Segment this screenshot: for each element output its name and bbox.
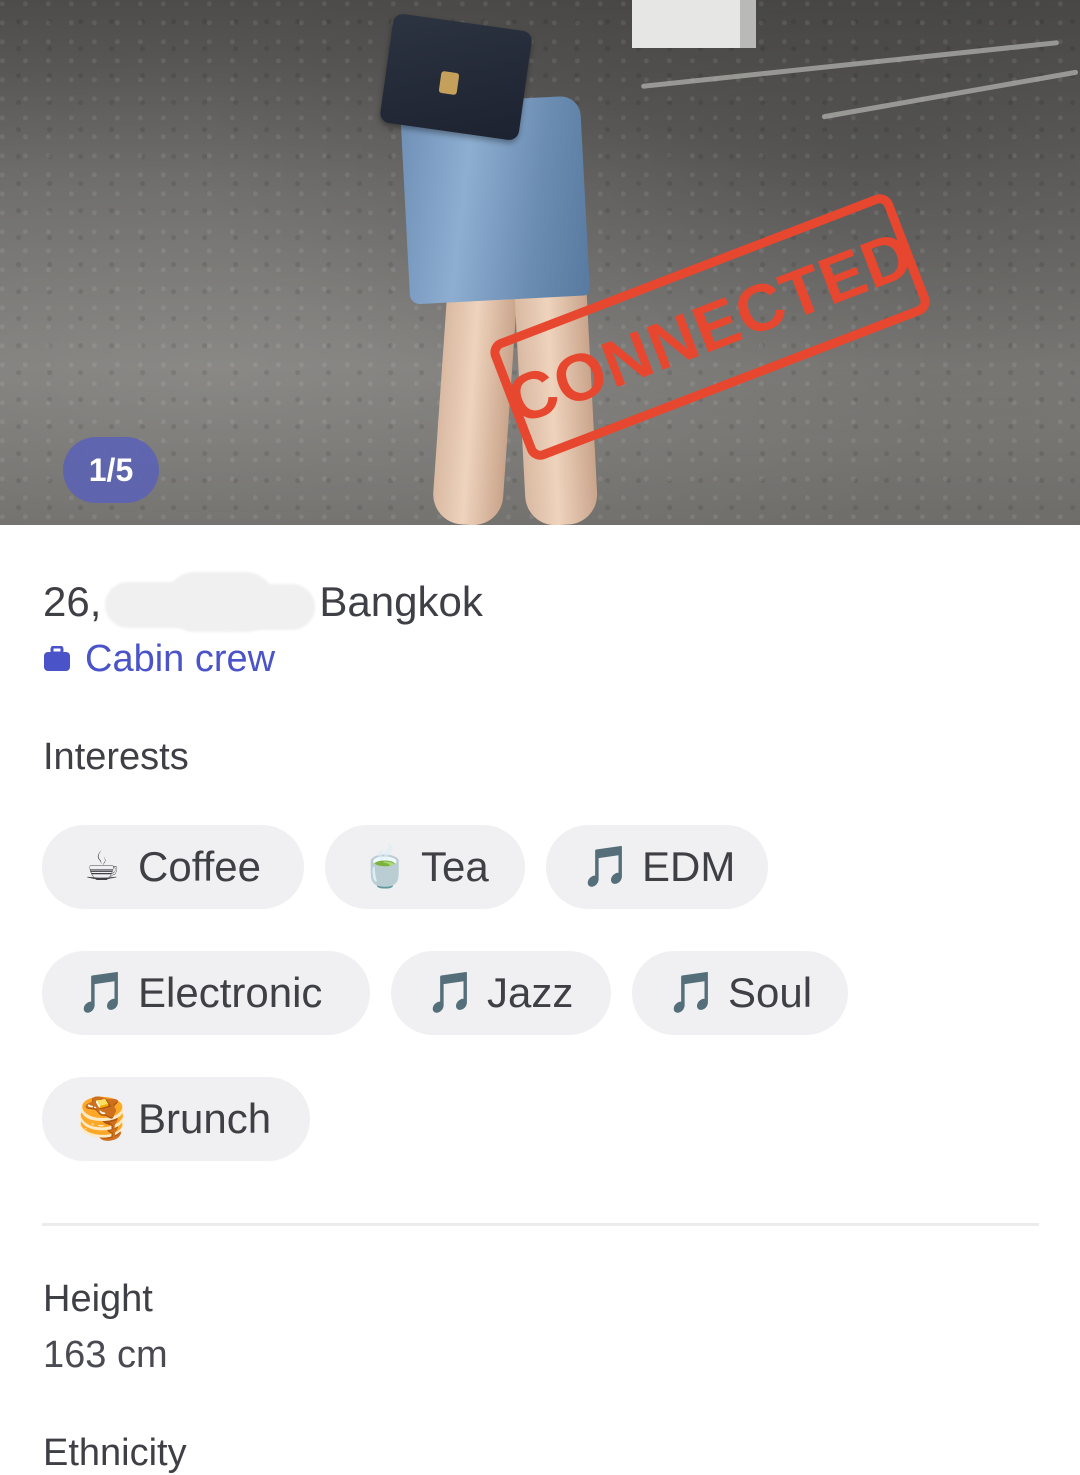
music-note-icon: 🎵 (426, 971, 476, 1015)
photo-counter-badge: 1/5 (63, 437, 159, 503)
photo-bag-clasp (438, 70, 460, 96)
profile-photo[interactable]: 1/5 CONNECTED (0, 0, 1080, 525)
interest-chip-edm: 🎵 EDM (546, 825, 768, 909)
interest-chip-electronic: 🎵 Electronic (42, 951, 370, 1035)
coffee-icon: ☕ (84, 845, 120, 889)
interest-chip-brunch: 🥞 Brunch (42, 1077, 310, 1161)
interest-chip-label: Coffee (138, 843, 261, 890)
redacted-name (105, 572, 316, 632)
height-value: 163 cm (43, 1334, 168, 1376)
pancakes-icon: 🥞 (77, 1097, 127, 1141)
music-note-icon: 🎵 (581, 845, 631, 889)
music-note-icon: 🎵 (77, 971, 127, 1015)
profile-age: 26, (43, 578, 102, 625)
profile-job-label: Cabin crew (85, 637, 276, 680)
ethnicity-label: Ethnicity (43, 1432, 187, 1474)
photo-pillar (632, 0, 752, 48)
tea-icon: 🍵 (360, 845, 410, 889)
section-divider (42, 1223, 1039, 1226)
interest-chip-tea: 🍵 Tea (325, 825, 525, 909)
height-label: Height (43, 1278, 153, 1320)
interest-chip-coffee: ☕ Coffee (42, 825, 304, 909)
interest-chip-jazz: 🎵 Jazz (391, 951, 611, 1035)
interest-chip-label: Jazz (487, 969, 574, 1016)
interest-chip-label: Tea (421, 843, 489, 890)
profile-title-row: 26, Bangkok (43, 572, 483, 632)
music-note-icon: 🎵 (667, 971, 717, 1015)
interest-chip-soul: 🎵 Soul (632, 951, 848, 1035)
interest-chip-label: Electronic (138, 969, 323, 1016)
briefcase-icon (44, 646, 70, 671)
interest-chip-label: EDM (642, 843, 736, 890)
profile-job: Cabin crew (43, 636, 275, 682)
interest-chip-label: Brunch (138, 1095, 272, 1142)
profile-city: Bangkok (319, 578, 483, 625)
interests-heading: Interests (43, 736, 189, 778)
interest-chip-label: Soul (728, 969, 813, 1016)
photo-pillar-shadow (740, 0, 756, 48)
